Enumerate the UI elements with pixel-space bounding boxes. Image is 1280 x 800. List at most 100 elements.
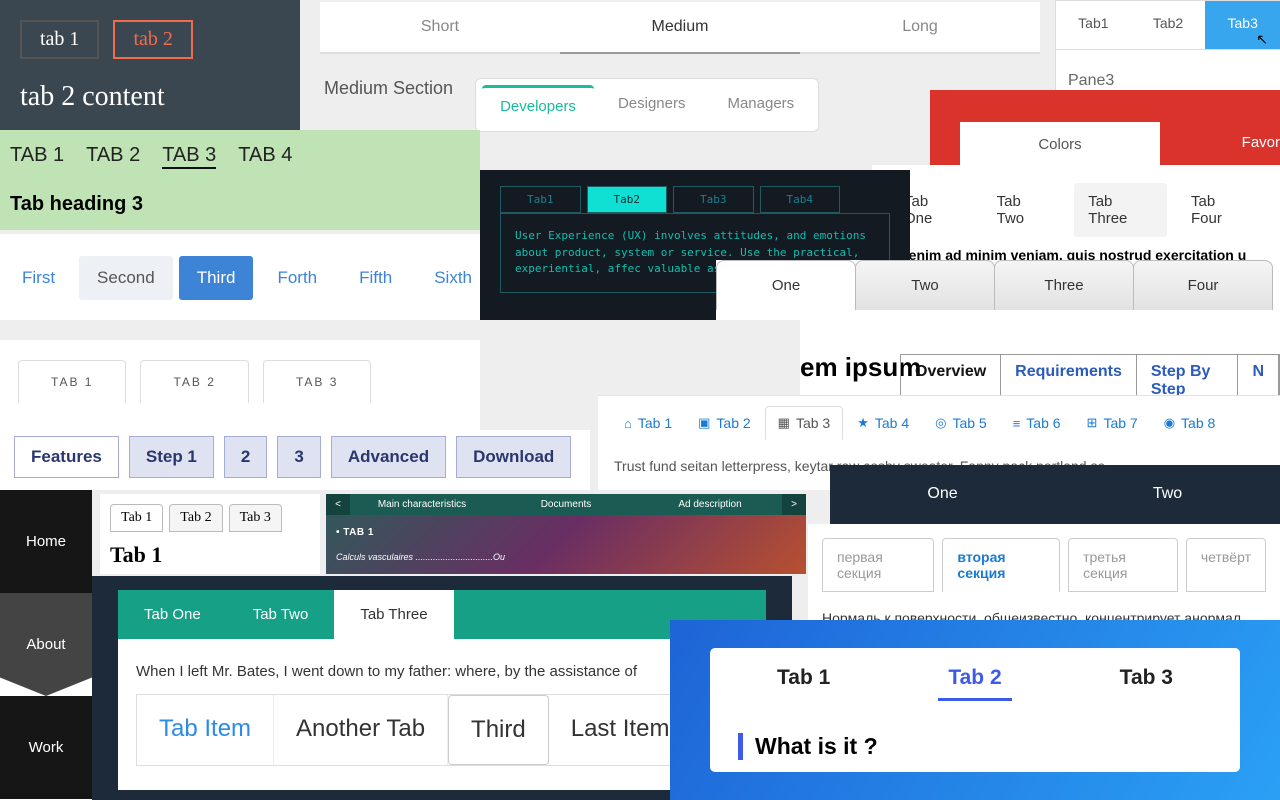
subtab-designers[interactable]: Designers bbox=[600, 85, 704, 125]
prev-arrow-icon[interactable]: < bbox=[326, 494, 350, 515]
tab-one[interactable]: Tab One bbox=[118, 590, 227, 639]
tab-2[interactable]: TAB 2 bbox=[140, 360, 248, 403]
panel-first-sixth: First Second Third Forth Fifth Sixth bbox=[0, 234, 480, 320]
tab-three[interactable]: Tab Three bbox=[334, 590, 453, 639]
panel-folder-tabs: One Two Three Four bbox=[716, 260, 1280, 320]
tab-documents[interactable]: Documents bbox=[494, 494, 638, 515]
tab-features[interactable]: Features bbox=[14, 436, 119, 478]
tab-step-3[interactable]: 3 bbox=[277, 436, 320, 478]
tab-2[interactable]: Tab 2 bbox=[938, 666, 1011, 701]
tab-three[interactable]: Tab Three bbox=[1074, 183, 1167, 237]
tab-ad[interactable]: Ad description bbox=[638, 494, 782, 515]
label: Tab 3 bbox=[796, 415, 830, 431]
tab-home[interactable]: Home bbox=[0, 490, 92, 593]
tab-3[interactable]: Tab3 bbox=[673, 186, 754, 213]
calendar-icon: ▦ bbox=[778, 415, 790, 431]
label: Tab 8 bbox=[1181, 415, 1215, 431]
heading-question: What is it ? bbox=[738, 733, 1212, 760]
tab-first[interactable]: First bbox=[4, 256, 73, 300]
tab-download[interactable]: Download bbox=[456, 436, 571, 478]
label: Tab 5 bbox=[952, 415, 986, 431]
tab-four[interactable]: Tab Four bbox=[1177, 183, 1262, 237]
section-label: Medium Section bbox=[324, 78, 453, 99]
tab-two[interactable]: Two bbox=[855, 260, 995, 310]
tab-long[interactable]: Long bbox=[800, 2, 1040, 52]
tab-heading: Tab heading 3 bbox=[10, 193, 470, 216]
tab-1[interactable]: Tab1 bbox=[1056, 1, 1131, 49]
tab-2[interactable]: Tab 2 bbox=[169, 504, 222, 532]
tab-work[interactable]: Work bbox=[0, 696, 92, 799]
tab-2[interactable]: Tab2 bbox=[1131, 1, 1206, 49]
heading: Tab 1 bbox=[110, 542, 310, 568]
tab-3[interactable]: TAB 3 bbox=[263, 360, 371, 403]
label: Tab 4 bbox=[875, 415, 909, 431]
tab-second[interactable]: Second bbox=[79, 256, 173, 300]
tab-3[interactable]: Tab 3 bbox=[1110, 666, 1183, 701]
tab-section-2[interactable]: вторая секция bbox=[942, 538, 1060, 592]
subtab-managers[interactable]: Managers bbox=[709, 85, 812, 125]
panel-tab-one-four: Tab One Tab Two Tab Three Tab Four Ut en… bbox=[872, 165, 1280, 260]
tab-5[interactable]: ◎Tab 5 bbox=[923, 407, 999, 439]
next-arrow-icon[interactable]: > bbox=[782, 494, 806, 515]
tab-1[interactable]: Tab 1 bbox=[110, 504, 163, 532]
tab-forth[interactable]: Forth bbox=[259, 256, 335, 300]
label: Tab 1 bbox=[638, 415, 672, 431]
tab-3[interactable]: Tab 3 bbox=[229, 504, 282, 532]
inner-tab-item[interactable]: Tab Item bbox=[137, 695, 274, 765]
tab-fifth[interactable]: Fifth bbox=[341, 256, 410, 300]
tab-1[interactable]: Tab 1 bbox=[767, 666, 840, 701]
tab-section-3[interactable]: третья секция bbox=[1068, 538, 1178, 592]
tab-third[interactable]: Third bbox=[179, 256, 254, 300]
panel-russian-sections: первая секция вторая секция третья секци… bbox=[808, 524, 1280, 624]
inner-tab-another[interactable]: Another Tab bbox=[274, 695, 448, 765]
tab-section-4[interactable]: четвёрт bbox=[1186, 538, 1266, 592]
inner-tab-third[interactable]: Third bbox=[448, 695, 549, 765]
tab-three[interactable]: Three bbox=[994, 260, 1134, 310]
tab-1[interactable]: tab 1 bbox=[20, 20, 99, 59]
body-text: When I left Mr. Bates, I went down to my… bbox=[136, 663, 637, 680]
tab-3[interactable]: ▦ Tab 3 bbox=[765, 406, 844, 440]
tab-2[interactable]: tab 2 bbox=[113, 20, 192, 59]
tab-1[interactable]: TAB 1 bbox=[10, 144, 64, 169]
tab-sixth[interactable]: Sixth bbox=[416, 256, 490, 300]
tab-colors[interactable]: Colors bbox=[960, 122, 1160, 166]
panel-red-colors: Colors Favor bbox=[930, 90, 1280, 165]
panel-features-steps: Features Step 1 2 3 Advanced Download bbox=[0, 430, 590, 490]
tab-1[interactable]: ⌂Tab 1 bbox=[612, 407, 684, 439]
tab-one[interactable]: One bbox=[830, 465, 1055, 525]
tab-1[interactable]: TAB 1 bbox=[18, 360, 126, 403]
tab-8[interactable]: ◉Tab 8 bbox=[1152, 407, 1228, 439]
tab-6[interactable]: ≡Tab 6 bbox=[1001, 407, 1073, 439]
tab-7[interactable]: ⊞Tab 7 bbox=[1075, 407, 1150, 439]
tab-4[interactable]: TAB 4 bbox=[238, 144, 292, 169]
tab-section-1[interactable]: первая секция bbox=[822, 538, 934, 592]
panel-serif-tabs: Tab 1 Tab 2 Tab 3 Tab 1 bbox=[100, 494, 320, 574]
tab-1[interactable]: Tab1 bbox=[500, 186, 581, 213]
tab-favor[interactable]: Favor bbox=[1242, 134, 1280, 151]
tab-two[interactable]: Tab Two bbox=[227, 590, 335, 639]
tab-3[interactable]: TAB 3 bbox=[162, 144, 216, 169]
tab-2[interactable]: Tab2 bbox=[587, 186, 668, 213]
panel-blue-card: Tab 1 Tab 2 Tab 3 What is it ? bbox=[670, 620, 1280, 800]
tab-two[interactable]: Two bbox=[1055, 465, 1280, 525]
tab-main[interactable]: Main characteristics bbox=[350, 494, 494, 515]
tab-advanced[interactable]: Advanced bbox=[331, 436, 446, 478]
subtab-developers[interactable]: Developers bbox=[482, 85, 594, 125]
grid-icon: ⊞ bbox=[1087, 415, 1098, 431]
label: Tab 2 bbox=[716, 415, 750, 431]
panel-boxed-uppercase: TAB 1 TAB 2 TAB 3 bbox=[0, 340, 480, 430]
tab-2[interactable]: ▣Tab 2 bbox=[686, 407, 763, 439]
tab-4[interactable]: ★Tab 4 bbox=[845, 407, 921, 439]
tab-one[interactable]: One bbox=[716, 260, 856, 310]
tab-short[interactable]: Short bbox=[320, 2, 560, 52]
tab-two[interactable]: Tab Two bbox=[983, 183, 1065, 237]
tab-step-2[interactable]: 2 bbox=[224, 436, 267, 478]
tab-4[interactable]: Tab4 bbox=[760, 186, 841, 213]
tab-2[interactable]: TAB 2 bbox=[86, 144, 140, 169]
tab-step-1[interactable]: Step 1 bbox=[129, 436, 214, 478]
tab-medium[interactable]: Medium bbox=[560, 2, 800, 54]
tab-about[interactable]: About bbox=[0, 593, 92, 696]
tab-four[interactable]: Four bbox=[1133, 260, 1273, 310]
panel-blue-tab3: Tab1 Tab2 Tab3 ↖ bbox=[1055, 0, 1280, 50]
tab-3[interactable]: Tab3 bbox=[1205, 1, 1280, 49]
